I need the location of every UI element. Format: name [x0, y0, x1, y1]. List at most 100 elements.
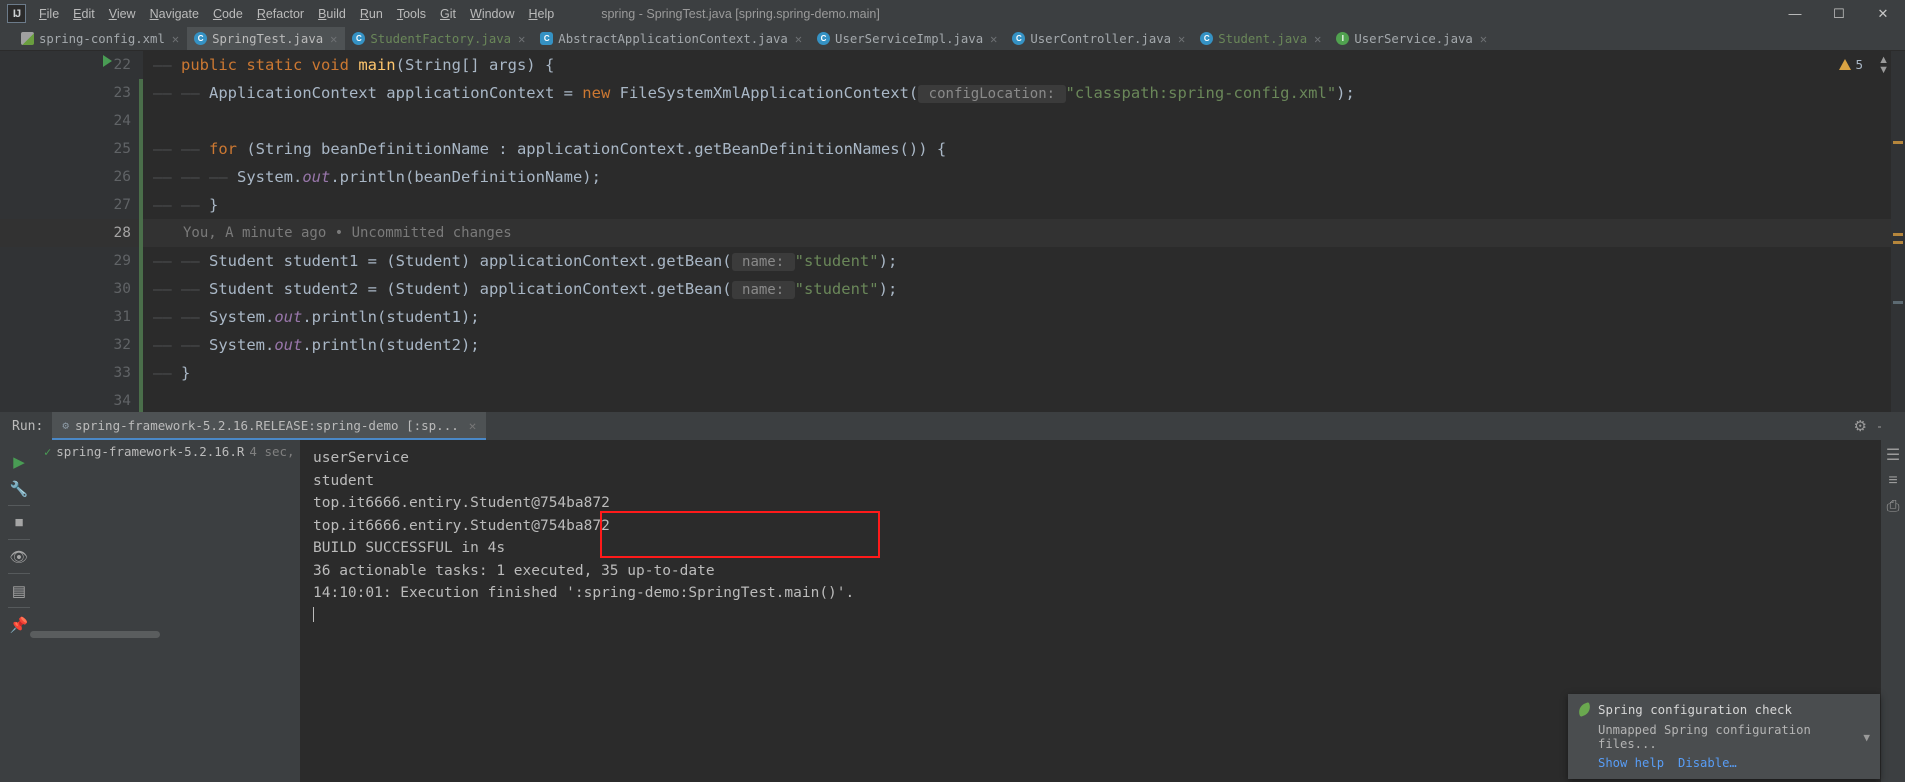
code-line[interactable]	[143, 387, 1905, 415]
close-tab-icon[interactable]: ✕	[330, 32, 337, 46]
console-caret	[301, 605, 1905, 628]
stop-button[interactable]: ■	[3, 509, 35, 536]
code-line[interactable]: —— —— for (String beanDefinitionName : a…	[143, 135, 1905, 163]
notification-actions: Show help Disable…	[1598, 756, 1870, 770]
rerun-button[interactable]: ▶	[3, 448, 35, 475]
code-line[interactable]: —— —— System.out.println(student2);	[143, 331, 1905, 359]
minimize-window-button[interactable]: —	[1773, 0, 1817, 27]
editor-gutter[interactable]: 2223242526272829303132333435	[0, 51, 143, 437]
line-number[interactable]: 32	[0, 331, 143, 359]
code-line[interactable]: —— —— }	[143, 191, 1905, 219]
maximize-window-button[interactable]: ☐	[1817, 0, 1861, 27]
close-tab-icon[interactable]: ✕	[1314, 32, 1321, 46]
editor-tab-studentfactory-java[interactable]: C StudentFactory.java ✕	[345, 27, 533, 50]
close-window-button[interactable]: ✕	[1861, 0, 1905, 27]
editor-tab-userserviceimpl-java[interactable]: C UserServiceImpl.java ✕	[810, 27, 1005, 50]
close-tab-icon[interactable]: ✕	[518, 32, 525, 46]
close-tab-icon[interactable]: ✕	[172, 32, 179, 46]
inspection-status-badge[interactable]: 5	[1839, 57, 1863, 72]
editor-horizontal-scrollbar[interactable]	[30, 631, 160, 638]
collapse-all-icon[interactable]: ☰	[1881, 442, 1905, 468]
menu-items: File Edit View Navigate Code Refactor Build Run…	[32, 4, 561, 24]
stripe-mark-info[interactable]	[1893, 301, 1903, 304]
line-number[interactable]: 28	[0, 219, 143, 247]
line-number[interactable]: 34	[0, 387, 143, 415]
close-tab-icon[interactable]: ✕	[795, 32, 802, 46]
run-results-tree[interactable]: ✓ spring-framework-5.2.16.R 4 sec, 891 m…	[38, 440, 347, 782]
menu-item-window[interactable]: Window	[463, 4, 521, 24]
menu-item-git[interactable]: Git	[433, 4, 463, 24]
run-tree-root-row[interactable]: ✓ spring-framework-5.2.16.R 4 sec, 891 m…	[38, 440, 347, 459]
toggle-auto-scroll-button[interactable]: 👁	[3, 543, 35, 570]
code-line[interactable]: —— —— Student student2 = (Student) appli…	[143, 275, 1905, 303]
line-number[interactable]: 33	[0, 359, 143, 387]
close-tab-icon[interactable]: ✕	[990, 32, 997, 46]
line-number[interactable]: 31	[0, 303, 143, 331]
menu-item-tools[interactable]: Tools	[390, 4, 433, 24]
line-number[interactable]: 26	[0, 163, 143, 191]
stripe-mark-warning[interactable]	[1893, 233, 1903, 236]
editor-tab-student-java[interactable]: C Student.java ✕	[1193, 27, 1329, 50]
menu-item-run[interactable]: Run	[353, 4, 390, 24]
menu-item-file[interactable]: File	[32, 4, 66, 24]
inspection-count: 5	[1855, 57, 1863, 72]
code-token: —— ——	[153, 140, 209, 158]
wrap-text-icon[interactable]: ≡	[1881, 468, 1905, 494]
error-stripe-gutter[interactable]	[1891, 51, 1905, 436]
code-line[interactable]: —— —— Student student1 = (Student) appli…	[143, 247, 1905, 275]
close-tab-icon[interactable]: ✕	[1480, 32, 1487, 46]
code-token: out	[274, 308, 303, 326]
close-run-tab-icon[interactable]: ✕	[469, 418, 477, 433]
code-line[interactable]: —— —— —— System.out.println(beanDefiniti…	[143, 163, 1905, 191]
inspection-chevron-icon[interactable]: ▲ ▼	[1878, 55, 1889, 76]
editor-tab-bar: spring-config.xml ✕ C SpringTest.java ✕ C Stud…	[0, 27, 1905, 51]
code-token: .println(student1);	[302, 308, 480, 326]
notification-body: Unmapped Spring configuration files...	[1598, 723, 1811, 751]
editor-tab-springtest-java[interactable]: C SpringTest.java ✕	[187, 27, 346, 50]
menu-item-refactor[interactable]: Refactor	[250, 4, 311, 24]
editor-tab-abstractapplicationcontext-java[interactable]: C AbstractApplicationContext.java ✕	[533, 27, 810, 50]
line-number[interactable]: 23	[0, 79, 143, 107]
run-tab-label: spring-framework-5.2.16.RELEASE:spring-d…	[74, 417, 459, 433]
menu-item-help[interactable]: Help	[521, 4, 561, 24]
line-number[interactable]: 29	[0, 247, 143, 275]
editor-tab-userservice-java[interactable]: I UserService.java ✕	[1329, 27, 1495, 50]
line-number[interactable]: 25	[0, 135, 143, 163]
stripe-mark-warning[interactable]	[1893, 141, 1903, 144]
line-number[interactable]: 30	[0, 275, 143, 303]
chevron-down-icon[interactable]: ▼	[1863, 731, 1870, 744]
disable-link[interactable]: Disable…	[1678, 756, 1737, 770]
code-token: "student"	[794, 280, 879, 298]
menu-item-view[interactable]: View	[102, 4, 143, 24]
run-gutter-icon[interactable]	[103, 55, 112, 67]
code-content[interactable]: —— public static void main(String[] args…	[143, 51, 1905, 436]
editor-tab-spring-config-xml[interactable]: spring-config.xml ✕	[14, 27, 187, 50]
menu-bar: IJ File Edit View Navigate Code Refactor Build…	[0, 0, 1905, 27]
code-line[interactable]: —— }	[143, 359, 1905, 387]
code-line[interactable]: —— —— ApplicationContext applicationCont…	[143, 79, 1905, 107]
window-title: spring - SpringTest.java [spring.spring-…	[601, 6, 880, 21]
wrench-settings-button[interactable]: 🔧	[3, 475, 35, 502]
code-token: }	[209, 196, 219, 214]
code-line[interactable]: —— public static void main(String[] args…	[143, 51, 1905, 79]
line-number[interactable]: 22	[0, 51, 143, 79]
code-line[interactable]	[143, 107, 1905, 135]
code-token: name:	[731, 281, 795, 299]
menu-item-build[interactable]: Build	[311, 4, 353, 24]
line-number[interactable]: 27	[0, 191, 143, 219]
menu-item-navigate[interactable]: Navigate	[143, 4, 206, 24]
editor-tab-usercontroller-java[interactable]: C UserController.java ✕	[1005, 27, 1193, 50]
run-settings-gear-icon[interactable]: ⚙	[1854, 417, 1867, 435]
menu-item-code[interactable]: Code	[206, 4, 250, 24]
run-configuration-tab[interactable]: ⚙ spring-framework-5.2.16.RELEASE:spring…	[52, 412, 487, 440]
line-number[interactable]: 24	[0, 107, 143, 135]
code-line[interactable]: —— —— System.out.println(student1);	[143, 303, 1905, 331]
editor-tab-label: UserServiceImpl.java	[835, 31, 984, 46]
print-icon[interactable]: ⎙	[1881, 494, 1905, 520]
show-help-link[interactable]: Show help	[1598, 756, 1664, 770]
close-tab-icon[interactable]: ✕	[1178, 32, 1185, 46]
layout-button[interactable]: ▤	[3, 577, 35, 604]
notification-popup[interactable]: Spring configuration check Unmapped Spri…	[1568, 694, 1880, 779]
stripe-mark-warning[interactable]	[1893, 241, 1903, 244]
menu-item-edit[interactable]: Edit	[66, 4, 102, 24]
